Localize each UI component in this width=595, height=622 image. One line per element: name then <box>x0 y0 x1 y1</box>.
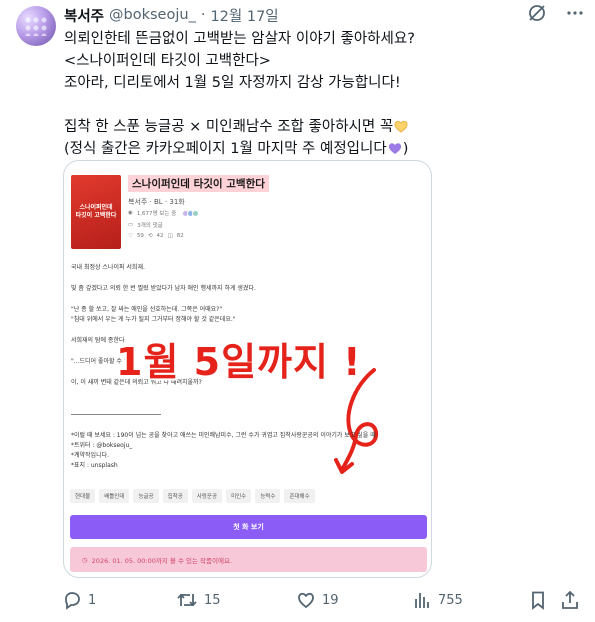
footer-line: *트위터 : @bokseoju_ <box>71 442 133 449</box>
reaction-row: ♡ 59 ⟲ 42 ◫ 82 <box>128 233 184 239</box>
tag: 미인수 <box>226 489 252 503</box>
action-bar: 1 15 19 755 <box>60 590 585 614</box>
tweet-line-6: (정식 출간은 카카오페이지 1월 마지막 주 예정입니다) <box>64 138 584 160</box>
tag: 존대해수 <box>284 489 315 503</box>
tag: 능글공 <box>133 489 159 503</box>
book-title: 스나이퍼인데 타깃이 고백한다 <box>128 175 269 192</box>
eye-icon: ◉ <box>128 210 133 216</box>
tag: 집착공 <box>162 489 188 503</box>
views-row: ◉ 1,677명 보는 중 <box>128 209 200 217</box>
divider <box>71 414 161 415</box>
likes-count: 59 <box>136 233 144 239</box>
tweet-line-6-text: (정식 출간은 카카오페이지 1월 마지막 주 예정입니다 <box>64 141 387 157</box>
heart-small-icon: ♡ <box>128 233 133 239</box>
like-icon <box>298 592 314 609</box>
availability-notice: ◷ 2026. 01. 05. 00:00까지 볼 수 있는 작품이에요. <box>70 547 427 572</box>
footer-line: *이럴 때 보세요 : 190이 넘는 공을 찾아고 애쓰는 미인쾌남미수, 그… <box>71 432 376 439</box>
tag-list: 현대물 배틀인데 능글공 집착공 사랑꾼공 미인수 능력수 존대해수 <box>70 489 315 503</box>
purple-heart-icon <box>387 141 403 157</box>
bookmark-small-icon: ◫ <box>167 233 173 239</box>
bookmarks-count: 82 <box>176 233 184 239</box>
comment-icon: ▭ <box>128 222 134 228</box>
bookmark-icon <box>532 591 544 610</box>
share-icon <box>562 590 578 609</box>
tag: 배틀인데 <box>99 489 130 503</box>
reply-icon <box>65 592 80 610</box>
share-small-icon: ⟲ <box>147 233 153 239</box>
tweet-header: 복서주 @bokseoju_ · 12월 17일 <box>64 5 585 25</box>
tweet-line-5-text: 집착 한 스푼 능글공 × 미인쾌남수 조합 좋아하시면 꼭 <box>64 119 394 135</box>
notice-text: 2026. 01. 05. 00:00까지 볼 수 있는 작품이에요. <box>91 556 232 565</box>
comments-text: 3개의 댓글 <box>137 223 163 229</box>
tweet-line-3: 조아라, 디리토에서 1월 5일 자정까지 감상 가능합니다! <box>64 75 401 91</box>
book-meta: 복서주 · BL · 31화 <box>128 198 185 206</box>
reader-avatars <box>182 209 200 217</box>
tweet-line-1: 의뢰인한테 뜬금없이 고백받는 암살자 이야기 좋아하세요? <box>64 31 415 47</box>
tweet-line-2: <스나이퍼인데 타깃이 고백한다> <box>64 53 271 69</box>
reply-button[interactable]: 1 <box>62 590 96 610</box>
shares-count: 42 <box>156 233 164 239</box>
tag: 능력수 <box>255 489 281 503</box>
reader-avatar <box>192 209 200 217</box>
synopsis-line: 빛 좀 갚겠다고 의뢰 한 번 찔렀 받았다가 남자 애인 행세까지 하게 생겼… <box>71 285 256 292</box>
separator-dot: · <box>200 7 206 23</box>
synopsis-line: "난 종 할 쏘고, 잘 싸는 애인을 선호하는데. 그쪽은 어때요?" <box>71 306 223 313</box>
read-first-episode-button: 첫 화 보기 <box>70 515 427 539</box>
tag: 현대물 <box>70 489 96 503</box>
heart-hands-icon <box>393 119 409 135</box>
author-handle[interactable]: @bokseoju_ <box>109 7 196 23</box>
footer-line: *표지 : unsplash <box>71 462 118 469</box>
tweet-date[interactable]: 12월 17일 <box>210 5 278 26</box>
retweet-button[interactable]: 15 <box>176 590 221 610</box>
view-count: 755 <box>438 592 463 608</box>
like-button[interactable]: 19 <box>296 590 339 610</box>
views-button[interactable]: 755 <box>412 590 463 610</box>
more-icon[interactable] <box>565 3 585 27</box>
share-button[interactable] <box>560 590 580 610</box>
reply-count: 1 <box>88 592 97 608</box>
cover-title-line-2: 타깃이 고백한다 <box>75 212 117 219</box>
attached-image[interactable]: 스나이퍼인데 타깃이 고백한다 스나이퍼인데 타깃이 고백한다 복서주 · BL… <box>63 160 432 578</box>
tweet-line-6-suffix: ) <box>402 141 409 157</box>
tweet-text: 의뢰인한테 뜬금없이 고백받는 암살자 이야기 좋아하세요? <스나이퍼인데 타… <box>64 28 584 160</box>
book-cover: 스나이퍼인데 타깃이 고백한다 <box>71 175 121 249</box>
retweet-icon <box>177 593 197 607</box>
comments-row: ▭ 3개의 댓글 <box>128 221 163 229</box>
footer-line: *계약작입니다. <box>71 452 110 459</box>
views-icon <box>415 593 429 608</box>
synopsis-line: 국내 최정상 스나이퍼 서희재. <box>71 264 145 271</box>
tweet-line-5: 집착 한 스푼 능글공 × 미인쾌남수 조합 좋아하시면 꼭 <box>64 116 584 138</box>
clock-icon: ◷ <box>82 555 88 564</box>
views-text: 1,677명 보는 중 <box>136 211 177 217</box>
author-name[interactable]: 복서주 <box>64 5 104 26</box>
retweet-count: 15 <box>204 592 221 608</box>
tweet-line-4 <box>64 94 584 116</box>
like-count: 19 <box>322 592 339 608</box>
synopsis-line: "침대 위에서 우는 게 누가 될지 그거부터 정해야 할 것 같은데요." <box>71 316 236 323</box>
grok-icon[interactable] <box>527 3 547 27</box>
bookmark-button[interactable] <box>528 590 548 610</box>
avatar[interactable] <box>16 6 56 46</box>
cover-title-line-1: 스나이퍼인데 <box>79 204 113 211</box>
tag: 사랑꾼공 <box>191 489 223 503</box>
deadline-overlay-text: 1월 5일까지 ! <box>116 340 362 384</box>
